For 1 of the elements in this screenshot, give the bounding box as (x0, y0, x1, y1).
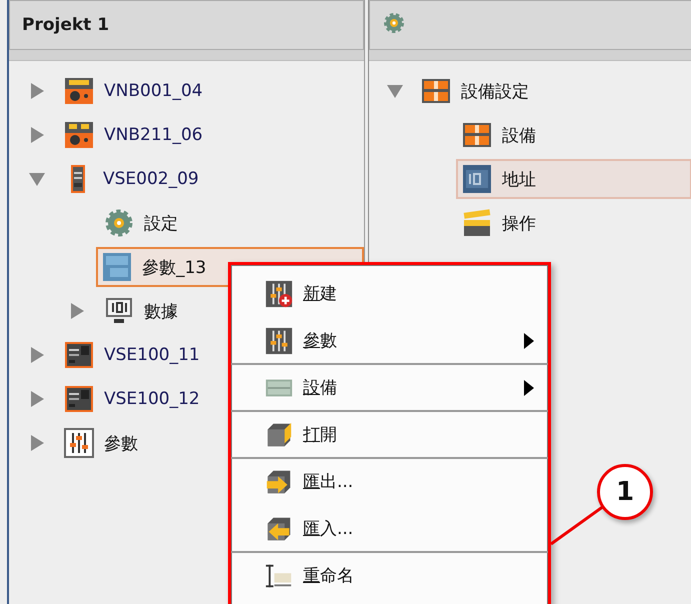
panel-title: Projekt 1 (22, 15, 110, 35)
